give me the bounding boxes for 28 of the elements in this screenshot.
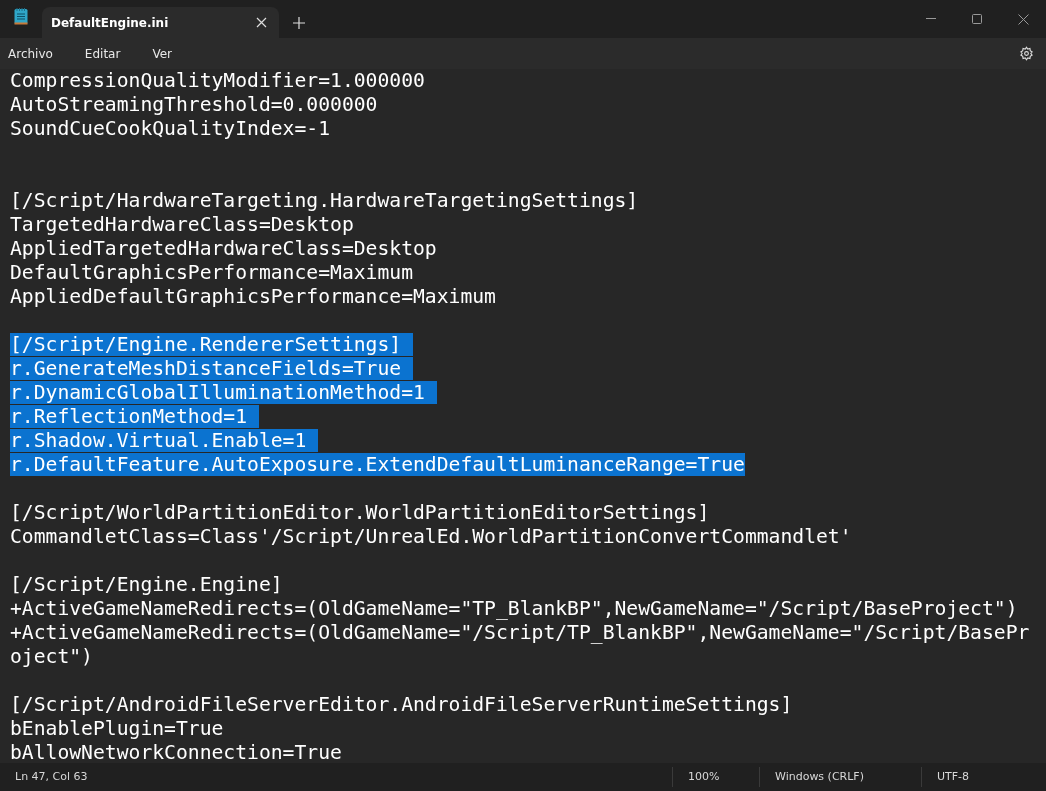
zoom-level: 100%	[672, 767, 759, 787]
code-line: [/Script/AndroidFileServerEditor.AndroidFileServerRuntimeSettings]	[10, 693, 793, 716]
code-line: +ActiveGameNameRedirects=(OldGameName="TP_BlankBP",NewGameName="/Script/BaseProject")	[10, 597, 1018, 620]
code-line: DefaultGraphicsPerformance=Maximum	[10, 261, 413, 284]
code-line: bEnablePlugin=True	[10, 717, 224, 740]
code-line: bAllowNetworkConnection=True	[10, 741, 342, 763]
code-line: CompressionQualityModifier=1.000000	[10, 69, 425, 92]
code-line: AppliedTargetedHardwareClass=Desktop	[10, 237, 437, 260]
file-tab[interactable]: DefaultEngine.ini	[42, 7, 279, 38]
cursor-position: Ln 47, Col 63	[14, 769, 89, 785]
tab-title: DefaultEngine.ini	[51, 15, 169, 30]
menu-item[interactable]: Editar	[84, 46, 121, 61]
code-line: AppliedDefaultGraphicsPerformance=Maximum	[10, 285, 496, 308]
settings-icon[interactable]	[1019, 46, 1034, 61]
line-ending: Windows (CRLF)	[759, 767, 921, 787]
notepad-icon	[14, 7, 28, 25]
code-line: [/Script/HardwareTargeting.HardwareTargetingSettings]	[10, 189, 639, 212]
menu-item[interactable]: Archivo	[8, 46, 53, 61]
code-line: TargetedHardwareClass=Desktop	[10, 213, 354, 236]
menu-item[interactable]: Ver	[152, 46, 172, 61]
code-line: CommandletClass=Class'/Script/UnrealEd.WorldPartitionConvertCommandlet'	[10, 525, 852, 548]
code-line: AutoStreamingThreshold=0.000000	[10, 93, 378, 116]
code-line: SoundCueCookQualityIndex=-1	[10, 117, 331, 140]
encoding: UTF-8	[921, 767, 1046, 787]
code-line: [/Script/Engine.Engine]	[10, 573, 283, 596]
close-tab-icon[interactable]	[256, 17, 267, 28]
code-line: +ActiveGameNameRedirects=(OldGameName="/Script/TP_BlankBP",NewGameName="/Script/BaseProject")	[10, 621, 1030, 668]
code-line: [/Script/WorldPartitionEditor.WorldPartitionEditorSettings]	[10, 501, 710, 524]
